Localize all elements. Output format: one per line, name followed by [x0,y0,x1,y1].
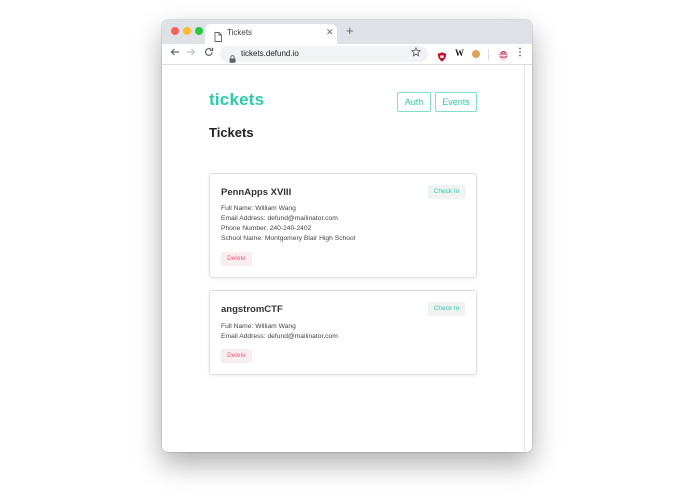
cookie-icon[interactable] [472,50,480,58]
close-window-button[interactable] [171,27,179,35]
check-in-button[interactable]: Check In [428,185,465,199]
detail-email: Email Address: defund@mailinator.com [221,215,338,222]
ticket-card: angstromCTF Check In Full Name: William … [209,290,477,375]
address-bar[interactable]: tickets.defund.io [220,46,428,63]
detail-email: Email Address: defund@mailinator.com [221,333,338,340]
tab-tickets[interactable]: Tickets ✕ [205,24,337,44]
maximize-window-button[interactable] [195,27,203,35]
delete-button[interactable]: Delete [221,349,252,363]
new-tab-button[interactable]: + [346,24,354,38]
back-icon[interactable] [170,47,180,61]
detail-phone: Phone Number: 240-240-2402 [221,225,312,232]
page-viewport: tickets Auth Events Tickets PennApps XVI… [162,65,532,452]
event-name: PennApps XVIII [221,187,292,198]
tab-title: Tickets [227,28,253,37]
wikipedia-icon[interactable]: W [455,48,465,58]
ticket-card: PennApps XVIII Check In Full Name: Willi… [209,173,477,278]
detail-full-name: Full Name: William Wang [221,323,296,330]
menu-icon[interactable] [518,47,522,61]
scrollbar-track[interactable] [524,65,525,452]
url-text: tickets.defund.io [241,49,299,58]
event-name: angstromCTF [221,304,283,315]
detail-full-name: Full Name: William Wang [221,205,296,212]
shield-icon[interactable] [437,49,447,62]
delete-button[interactable]: Delete [221,252,252,266]
profile-icon[interactable] [498,48,509,61]
minimize-window-button[interactable] [183,27,191,35]
nav-events-button[interactable]: Events [435,92,477,112]
forward-icon[interactable] [186,47,196,61]
page-title: Tickets [209,125,254,140]
reload-icon[interactable] [204,47,214,61]
site-logo[interactable]: tickets [209,90,264,110]
toolbar-divider [488,49,489,60]
check-in-button[interactable]: Check In [428,302,465,316]
nav-auth-button[interactable]: Auth [397,92,431,112]
star-icon[interactable] [410,46,422,61]
tab-strip: Tickets ✕ + [162,20,532,44]
detail-school: School Name: Montgomery Blair High Schoo… [221,235,356,242]
browser-window: Tickets ✕ + tickets.defund.io W tickets … [162,20,532,452]
browser-toolbar: tickets.defund.io W [162,44,532,65]
close-icon[interactable]: ✕ [326,27,334,38]
